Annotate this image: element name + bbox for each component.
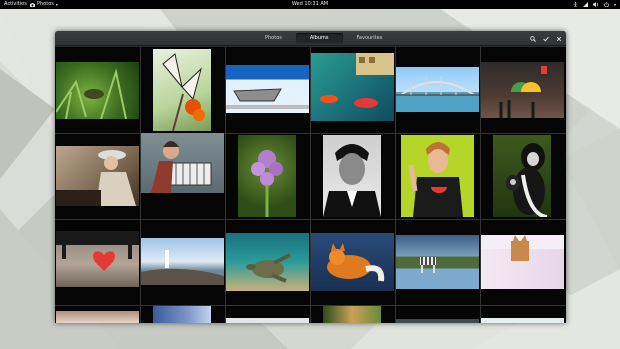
photo-sea-turtle: [226, 233, 309, 291]
photo-cell[interactable]: [395, 219, 480, 305]
close-button[interactable]: [554, 34, 563, 43]
photo-cell[interactable]: [480, 305, 565, 323]
photo-boat-shore: [226, 65, 309, 113]
photo-cell[interactable]: [225, 305, 310, 323]
photo-cat-wall: [481, 235, 564, 289]
photo-cell[interactable]: [55, 219, 140, 305]
photo-cell[interactable]: [480, 219, 565, 305]
photo-cell[interactable]: [140, 219, 225, 305]
photo-row4-4: [323, 306, 381, 323]
photo-cell[interactable]: [310, 305, 395, 323]
photo-cell[interactable]: [225, 219, 310, 305]
photo-grid: [55, 47, 566, 323]
photo-purple-orchid: [238, 135, 296, 217]
network-icon: [582, 2, 588, 7]
photo-butterfly: [153, 49, 211, 131]
close-icon: [556, 36, 561, 41]
photo-cell[interactable]: [140, 47, 225, 133]
photo-cell[interactable]: [55, 305, 140, 323]
photo-monkeys: [493, 135, 551, 217]
photo-chess-player: [56, 146, 139, 206]
photos-window: Photos Albums Favourites: [55, 31, 566, 323]
tab-albums[interactable]: Albums: [295, 33, 343, 43]
photo-zebra-lake: [396, 235, 479, 289]
photo-cell[interactable]: [140, 133, 225, 219]
photo-cell[interactable]: [310, 219, 395, 305]
photo-cell[interactable]: [395, 133, 480, 219]
power-icon: [604, 2, 609, 7]
photo-sleeping-fox: [311, 233, 394, 291]
photo-cell[interactable]: [480, 47, 565, 133]
photo-cell[interactable]: [140, 305, 225, 323]
view-switcher: Photos Albums Favourites: [251, 33, 396, 43]
photo-boy-watermelon: [401, 135, 474, 217]
photo-grass-frog: [56, 62, 139, 119]
search-icon: [529, 35, 536, 42]
select-check-icon: [542, 36, 549, 42]
photo-cell[interactable]: [225, 133, 310, 219]
photo-harbor-boats: [311, 53, 394, 121]
photo-bridge: [396, 67, 479, 112]
tab-photos[interactable]: Photos: [251, 33, 296, 43]
photo-cell[interactable]: [480, 133, 565, 219]
chevron-down-icon: ▾: [613, 2, 616, 7]
system-status-area[interactable]: ▾: [573, 0, 616, 9]
photo-row4-3: [226, 318, 309, 323]
app-menu-label: Photos: [37, 1, 54, 7]
photo-row4-5: [396, 319, 479, 323]
photo-cell[interactable]: [55, 47, 140, 133]
header-bar: Photos Albums Favourites: [55, 31, 566, 46]
accessibility-icon: [573, 2, 578, 7]
photo-cell[interactable]: [310, 47, 395, 133]
volume-icon: [592, 2, 599, 7]
chevron-down-icon: ▾: [55, 2, 58, 7]
photo-portrait-man: [323, 135, 381, 217]
clock[interactable]: Wed 10:31 AM: [292, 1, 328, 7]
photo-row4-2: [153, 306, 211, 323]
photo-accordion-player: [141, 133, 224, 193]
photo-cell[interactable]: [310, 133, 395, 219]
photo-lighthouse: [141, 238, 224, 285]
app-menu[interactable]: Photos ▾: [30, 0, 58, 9]
activities-button[interactable]: Activities: [4, 0, 27, 9]
top-bar: Activities Photos ▾ Wed 10:31 AM ▾: [0, 0, 620, 9]
photo-row4-6: [481, 318, 564, 323]
search-button[interactable]: [528, 34, 537, 43]
camera-icon: [30, 2, 35, 7]
select-button[interactable]: [541, 34, 550, 43]
photo-cell[interactable]: [225, 47, 310, 133]
photo-cell[interactable]: [395, 305, 480, 323]
photo-red-heart: [56, 231, 139, 287]
photo-cell[interactable]: [55, 133, 140, 219]
photo-rainy-street: [481, 62, 564, 118]
tab-favourites[interactable]: Favourites: [343, 33, 397, 43]
photo-row4-1: [56, 311, 139, 323]
photo-cell[interactable]: [395, 47, 480, 133]
